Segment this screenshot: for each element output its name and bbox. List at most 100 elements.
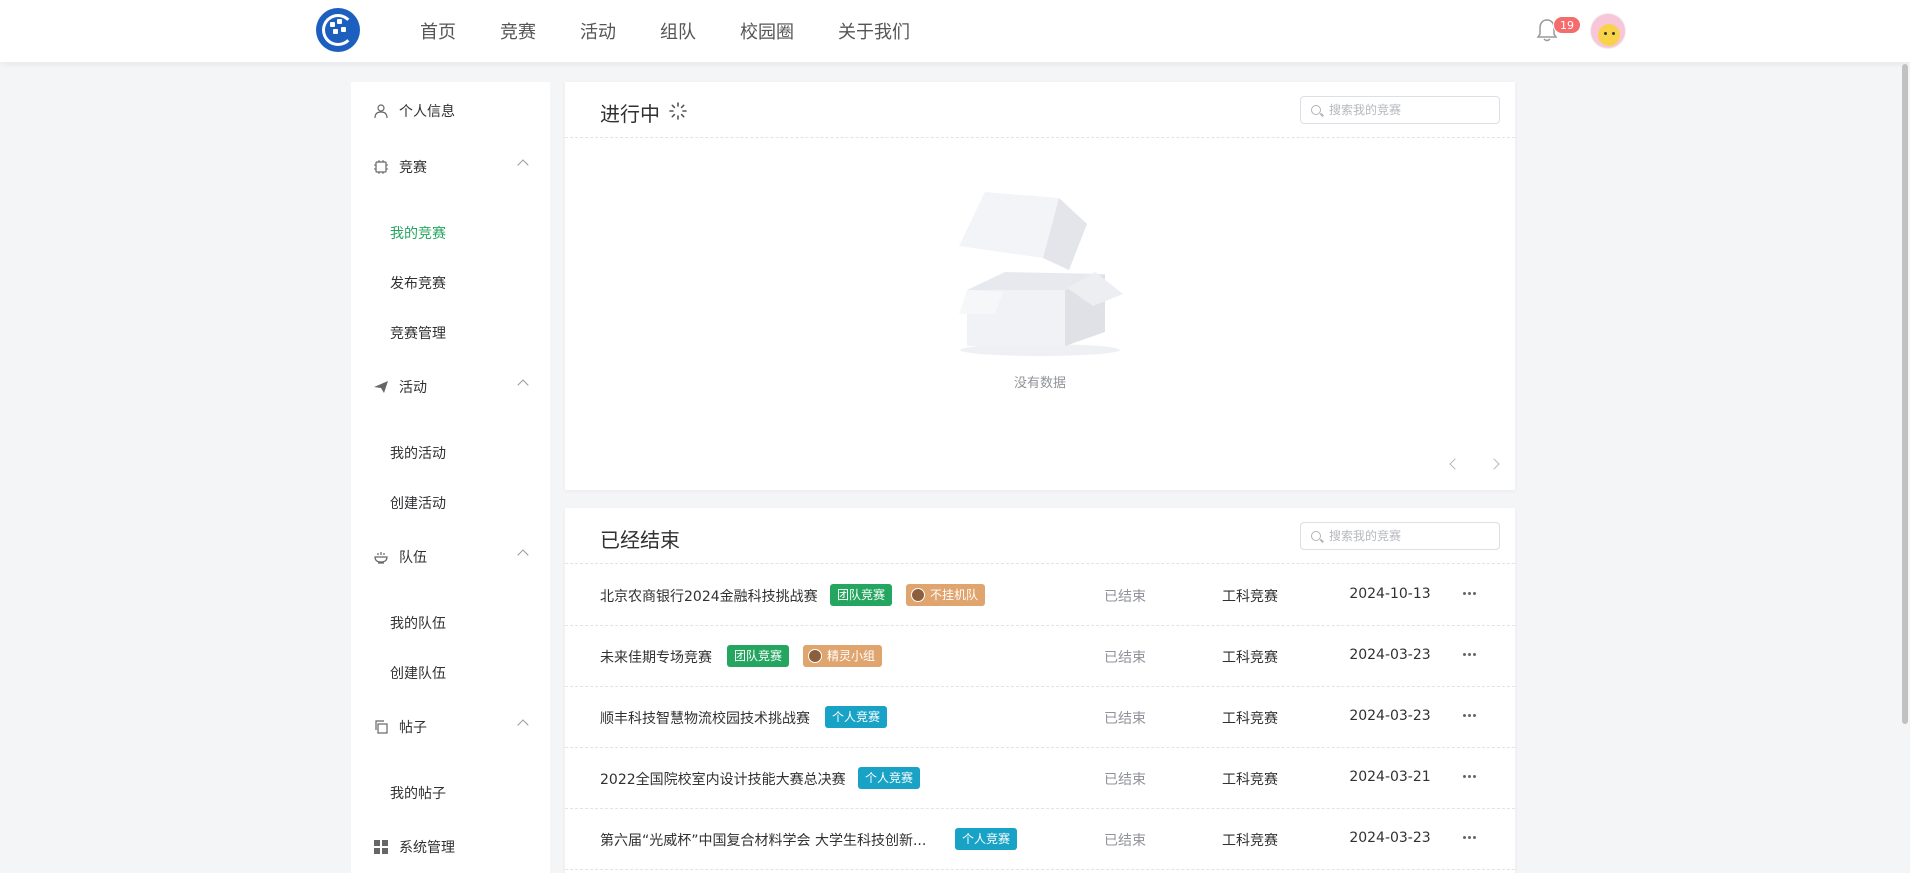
type-tag: 个人竞赛 xyxy=(955,828,1018,850)
sidebar-item-system[interactable]: 系统管理 xyxy=(373,837,455,857)
panel-header: 已经结束 xyxy=(565,508,1515,564)
sidebar-group-posts[interactable]: 帖子 xyxy=(373,717,529,737)
scrollbar[interactable] xyxy=(1902,64,1908,724)
empty-box-icon xyxy=(959,192,1123,356)
team-avatar-icon xyxy=(808,649,822,663)
sidebar-item-manage-competition[interactable]: 竞赛管理 xyxy=(390,323,446,343)
sidebar-group-activity[interactable]: 活动 xyxy=(373,377,529,397)
sidebar-item-publish-competition[interactable]: 发布竞赛 xyxy=(390,273,446,293)
paper-plane-icon xyxy=(374,381,388,393)
nav-campus[interactable]: 校园圈 xyxy=(740,18,794,44)
chevron-up-icon xyxy=(517,379,529,391)
sidebar: 个人信息 竞赛 我的竞赛 发布竞赛 竞赛管理 活动 我的活动 创建活动 队伍 我… xyxy=(351,82,550,873)
category-text: 工科竞赛 xyxy=(1222,711,1278,727)
category-text: 工科竞赛 xyxy=(1222,650,1278,666)
status-text: 已结束 xyxy=(1104,589,1146,605)
chevron-up-icon xyxy=(517,549,529,561)
chevron-right-icon[interactable] xyxy=(1488,458,1500,470)
chip-icon xyxy=(374,160,388,174)
nav-team[interactable]: 组队 xyxy=(660,18,696,44)
sidebar-group-label: 队伍 xyxy=(399,550,427,566)
competition-name[interactable]: 第六届“光威杯”中国复合材料学会 大学生科技创新... xyxy=(600,830,926,850)
notification-badge: 19 xyxy=(1553,16,1581,34)
competition-name[interactable]: 未来佳期专场竞赛 xyxy=(600,647,712,667)
status-text: 已结束 xyxy=(1104,833,1146,849)
grid-icon xyxy=(374,840,388,854)
date-text: 2024-03-23 xyxy=(1349,708,1431,724)
group-tag: 不挂机队 xyxy=(906,584,986,606)
search-icon xyxy=(1311,105,1321,115)
type-tag: 个人竞赛 xyxy=(825,706,888,728)
table-row[interactable]: 第六届“光威杯”中国复合材料学会 大学生科技创新... 个人竞赛 已结束 工科竞… xyxy=(565,809,1515,870)
category-text: 工科竞赛 xyxy=(1222,589,1278,605)
search-icon xyxy=(1311,531,1321,541)
status-text: 已结束 xyxy=(1104,650,1146,666)
group-tag-label: 精灵小组 xyxy=(827,649,876,663)
top-navbar: 首页 竞赛 活动 组队 校园圈 关于我们 19 xyxy=(0,0,1910,62)
table-row[interactable]: 北京农商银行2024金融科技挑战赛 团队竞赛 不挂机队 已结束 工科竞赛 202… xyxy=(565,565,1515,626)
nav-about[interactable]: 关于我们 xyxy=(838,18,910,44)
competition-name[interactable]: 北京农商银行2024金融科技挑战赛 xyxy=(600,586,818,606)
more-icon[interactable] xyxy=(1463,653,1477,657)
chevron-left-icon[interactable] xyxy=(1449,458,1461,470)
chevron-up-icon xyxy=(517,719,529,731)
sidebar-item-my-activity[interactable]: 我的活动 xyxy=(390,443,446,463)
sidebar-item-my-competition[interactable]: 我的竞赛 xyxy=(390,223,446,243)
competition-name[interactable]: 顺丰科技智慧物流校园技术挑战赛 xyxy=(600,708,810,728)
competition-name[interactable]: 2022全国院校室内设计技能大赛总决赛 xyxy=(600,769,846,789)
table-row[interactable]: 2022全国院校室内设计技能大赛总决赛 个人竞赛 已结束 工科竞赛 2024-0… xyxy=(565,748,1515,809)
ongoing-panel: 进行中 没有数据 xyxy=(565,82,1515,490)
table-row[interactable]: 未来佳期专场竞赛 团队竞赛 精灵小组 已结束 工科竞赛 2024-03-23 xyxy=(565,626,1515,687)
search-ongoing[interactable] xyxy=(1300,96,1500,124)
finished-title: 已经结束 xyxy=(600,528,680,552)
date-text: 2024-10-13 xyxy=(1349,586,1431,602)
search-finished-input[interactable] xyxy=(1329,523,1497,549)
type-tag: 个人竞赛 xyxy=(858,767,921,789)
sidebar-item-profile[interactable]: 个人信息 xyxy=(373,101,455,121)
panel-header: 进行中 xyxy=(565,82,1515,138)
bowl-icon xyxy=(374,552,388,564)
nav-competition[interactable]: 竞赛 xyxy=(500,18,536,44)
nav-activity[interactable]: 活动 xyxy=(580,18,616,44)
empty-text: 没有数据 xyxy=(1013,376,1066,391)
sidebar-item-create-activity[interactable]: 创建活动 xyxy=(390,493,446,513)
loading-icon xyxy=(669,102,687,120)
group-tag-label: 不挂机队 xyxy=(930,588,979,602)
main-nav: 首页 竞赛 活动 组队 校园圈 关于我们 xyxy=(420,0,954,62)
sidebar-item-my-posts[interactable]: 我的帖子 xyxy=(390,783,446,803)
copy-icon xyxy=(375,720,388,734)
table-row[interactable]: 顺丰科技智慧物流校园技术挑战赛 个人竞赛 已结束 工科竞赛 2024-03-23 xyxy=(565,687,1515,748)
sidebar-group-competition[interactable]: 竞赛 xyxy=(373,157,529,177)
sidebar-item-create-team[interactable]: 创建队伍 xyxy=(390,663,446,683)
search-ongoing-input[interactable] xyxy=(1329,97,1497,123)
more-icon[interactable] xyxy=(1463,775,1477,779)
date-text: 2024-03-23 xyxy=(1349,647,1431,663)
sidebar-group-label: 活动 xyxy=(399,380,427,396)
chevron-up-icon xyxy=(517,159,529,171)
sidebar-group-label: 帖子 xyxy=(399,720,427,736)
nav-home[interactable]: 首页 xyxy=(420,18,456,44)
logo[interactable] xyxy=(316,8,360,52)
search-finished[interactable] xyxy=(1300,522,1500,550)
sidebar-group-team[interactable]: 队伍 xyxy=(373,547,529,567)
user-icon xyxy=(374,104,388,119)
type-tag: 团队竞赛 xyxy=(727,645,790,667)
group-tag: 精灵小组 xyxy=(803,645,883,667)
team-avatar-icon xyxy=(911,588,925,602)
ongoing-title: 进行中 xyxy=(600,102,660,126)
sidebar-item-label: 个人信息 xyxy=(399,104,455,120)
sidebar-item-label: 系统管理 xyxy=(399,840,455,856)
type-tag: 团队竞赛 xyxy=(830,584,893,606)
more-icon[interactable] xyxy=(1463,836,1477,840)
category-text: 工科竞赛 xyxy=(1222,833,1278,849)
status-text: 已结束 xyxy=(1104,711,1146,727)
category-text: 工科竞赛 xyxy=(1222,772,1278,788)
date-text: 2024-03-21 xyxy=(1349,769,1431,785)
more-icon[interactable] xyxy=(1463,714,1477,718)
sidebar-group-label: 竞赛 xyxy=(399,160,427,176)
sidebar-item-my-team[interactable]: 我的队伍 xyxy=(390,613,446,633)
date-text: 2024-03-23 xyxy=(1349,830,1431,846)
status-text: 已结束 xyxy=(1104,772,1146,788)
more-icon[interactable] xyxy=(1463,592,1477,596)
avatar[interactable] xyxy=(1590,13,1626,49)
